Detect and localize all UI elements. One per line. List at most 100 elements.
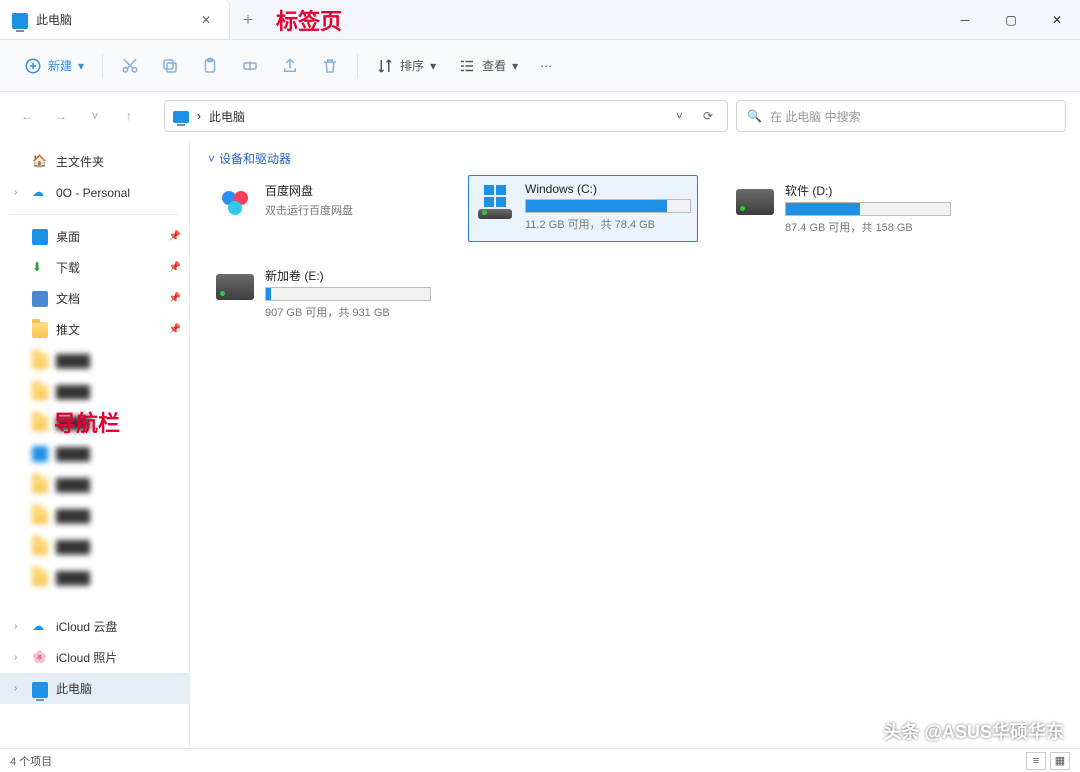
copy-button[interactable] (151, 51, 189, 81)
drive-name: Windows (C:) (525, 182, 691, 196)
nav-this-pc[interactable]: › 此电脑 (0, 673, 189, 704)
baidu-icon (215, 182, 255, 222)
drive-software-d[interactable]: 软件 (D:) 87.4 GB 可用，共 158 GB (728, 175, 958, 242)
download-icon: ⬇ (32, 260, 48, 276)
trash-icon (321, 57, 339, 75)
drive-name: 新加卷 (E:) (265, 267, 431, 284)
folder-icon (32, 415, 48, 431)
folder-icon (32, 353, 48, 369)
nav-icloud-drive[interactable]: › ☁ iCloud 云盘 (0, 611, 189, 642)
chevron-right-icon[interactable]: › (14, 683, 24, 694)
cloud-icon: ☁ (32, 185, 48, 201)
breadcrumb-sep: › (197, 109, 201, 123)
drive-baidu[interactable]: 百度网盘 双击运行百度网盘 (208, 175, 438, 242)
watermark: 头条 @ASUS华硕华东 (851, 718, 1064, 744)
maximize-button[interactable]: ▢ (988, 0, 1034, 39)
search-icon: 🔍 (747, 109, 762, 123)
icloud-icon: ☁ (32, 619, 48, 635)
view-list-button[interactable]: ≡ (1026, 752, 1046, 770)
drive-icon (215, 267, 255, 307)
search-box[interactable]: 🔍 在 此电脑 中搜索 (736, 100, 1066, 132)
pin-icon: 📌 (169, 293, 181, 304)
close-tab-icon[interactable]: ✕ (195, 11, 217, 29)
folder-icon (32, 384, 48, 400)
chevron-right-icon[interactable]: › (14, 621, 24, 632)
drive-usage-bar (265, 287, 431, 301)
pictures-icon (32, 446, 48, 462)
folder-icon (32, 570, 48, 586)
pc-icon (12, 13, 28, 29)
sort-icon (376, 57, 394, 75)
view-button[interactable]: 查看 ▾ (448, 51, 528, 81)
drive-name: 软件 (D:) (785, 182, 951, 199)
paste-icon (201, 57, 219, 75)
document-icon (32, 291, 48, 307)
address-bar[interactable]: › 此电脑 ˅ ⟳ (164, 100, 728, 132)
address-dropdown[interactable]: ˅ (670, 109, 689, 123)
breadcrumb-location[interactable]: 此电脑 (209, 108, 245, 125)
nav-item-blurred[interactable]: ████ (0, 407, 189, 438)
annotation-tabs: 标签页 (266, 0, 342, 39)
desktop-icon (32, 229, 48, 245)
share-button[interactable] (271, 51, 309, 81)
nav-item-blurred[interactable]: ████ (0, 438, 189, 469)
cut-button[interactable] (111, 51, 149, 81)
tab-this-pc[interactable]: 此电脑 ✕ (0, 0, 230, 39)
chevron-down-icon: ▾ (430, 59, 436, 73)
content-area: ˅ 设备和驱动器 百度网盘 双击运行百度网盘 Windows (C:) 11.2… (190, 140, 1080, 748)
paste-button[interactable] (191, 51, 229, 81)
drive-usage-bar (525, 199, 691, 213)
pin-icon: 📌 (169, 231, 181, 242)
new-button[interactable]: 新建 ▾ (14, 51, 94, 81)
drive-name: 百度网盘 (265, 182, 431, 199)
nav-desktop[interactable]: 桌面 📌 (0, 221, 189, 252)
drive-windows-c[interactable]: Windows (C:) 11.2 GB 可用，共 78.4 GB (468, 175, 698, 242)
folder-icon (32, 539, 48, 555)
nav-item-blurred[interactable]: ████ (0, 562, 189, 593)
copy-icon (161, 57, 179, 75)
sort-button[interactable]: 排序 ▾ (366, 51, 446, 81)
view-icon (458, 57, 476, 75)
chevron-right-icon[interactable]: › (14, 652, 24, 663)
new-label: 新建 (48, 57, 72, 74)
minimize-button[interactable]: ─ (942, 0, 988, 39)
photos-icon: 🌸 (32, 650, 48, 666)
pc-icon (173, 111, 189, 123)
more-button[interactable]: ⋯ (530, 53, 562, 79)
delete-button[interactable] (311, 51, 349, 81)
pin-icon: 📌 (169, 324, 181, 335)
home-icon: 🏠 (32, 154, 48, 170)
pin-icon: 📌 (169, 262, 181, 273)
new-tab-button[interactable]: ＋ (230, 0, 266, 39)
nav-item-blurred[interactable]: ████ (0, 531, 189, 562)
chevron-down-icon: ▾ (512, 59, 518, 73)
nav-onedrive[interactable]: › ☁ 0O - Personal (0, 177, 189, 208)
group-header-devices[interactable]: ˅ 设备和驱动器 (208, 150, 1062, 167)
recent-locations-button[interactable]: ˅ (82, 103, 108, 129)
chevron-right-icon[interactable]: › (14, 187, 24, 198)
windows-drive-icon (475, 182, 515, 222)
nav-icloud-photos[interactable]: › 🌸 iCloud 照片 (0, 642, 189, 673)
nav-downloads[interactable]: ⬇ 下载 📌 (0, 252, 189, 283)
folder-icon (32, 477, 48, 493)
up-button[interactable]: ↑ (116, 103, 142, 129)
nav-item-blurred[interactable]: ████ (0, 500, 189, 531)
nav-item-blurred[interactable]: ████ (0, 345, 189, 376)
rename-button[interactable] (231, 51, 269, 81)
navigation-pane: 🏠 主文件夹 › ☁ 0O - Personal 桌面 📌 ⬇ 下载 📌 文档 … (0, 140, 190, 748)
forward-button[interactable]: → (48, 103, 74, 129)
drive-new-e[interactable]: 新加卷 (E:) 907 GB 可用，共 931 GB (208, 260, 438, 327)
nav-tweets[interactable]: 推文 📌 (0, 314, 189, 345)
nav-documents[interactable]: 文档 📌 (0, 283, 189, 314)
back-button[interactable]: ← (14, 103, 40, 129)
tab-title: 此电脑 (36, 11, 187, 28)
nav-item-blurred[interactable]: ████ (0, 376, 189, 407)
refresh-button[interactable]: ⟳ (697, 109, 719, 123)
chevron-down-icon: ˅ (208, 152, 215, 166)
plus-circle-icon (24, 57, 42, 75)
nav-item-blurred[interactable]: ████ (0, 469, 189, 500)
nav-home[interactable]: 🏠 主文件夹 (0, 146, 189, 177)
close-button[interactable]: ✕ (1034, 0, 1080, 39)
view-grid-button[interactable]: ▦ (1050, 752, 1070, 770)
folder-icon (32, 508, 48, 524)
